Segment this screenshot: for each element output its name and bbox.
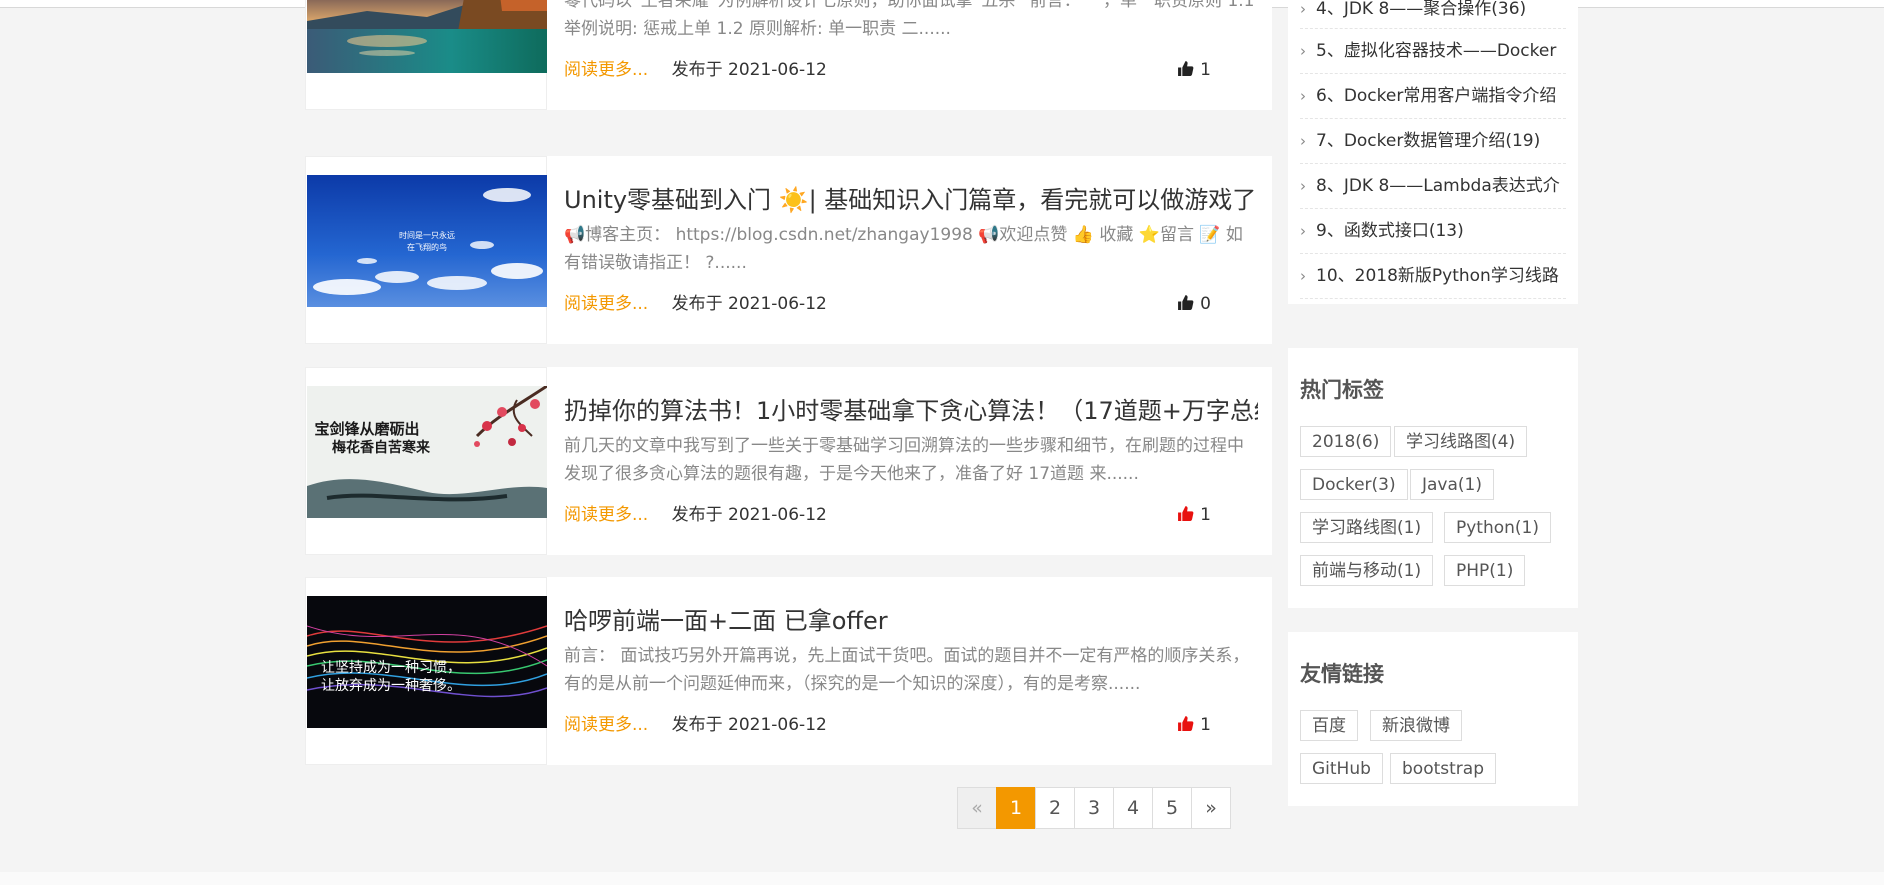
thumbs-up-icon — [1177, 292, 1194, 320]
like-count: 1 — [1200, 505, 1211, 525]
chevron-right-icon: › — [1300, 132, 1306, 150]
chevron-right-icon: › — [1300, 267, 1306, 285]
chevron-right-icon: › — [1300, 87, 1306, 105]
pagination: « 1 2 3 4 5 » — [957, 787, 1231, 829]
post-thumbnail[interactable]: 让坚持成为一种习惯， 让放弃成为一种奢侈。 — [307, 596, 547, 728]
read-more-link[interactable]: 阅读更多... — [564, 715, 648, 735]
tag-link[interactable]: Python(1) — [1444, 512, 1552, 543]
post-date: 发布于 2021-06-12 — [671, 505, 827, 525]
category-link[interactable]: › 7、Docker数据管理介绍(19) — [1300, 119, 1566, 164]
read-more-link[interactable]: 阅读更多... — [564, 294, 648, 314]
page-3-button[interactable]: 3 — [1074, 787, 1114, 829]
post-card: 宝剑锋从磨砺出 梅花香自苦寒来 扔掉你的算法书！1小时零基础拿下贪心算法！（17… — [305, 367, 1272, 555]
post-meta: 阅读更多... 发布于 2021-06-12 1 — [564, 711, 1259, 739]
chevron-right-icon: › — [1300, 177, 1306, 195]
post-thumbnail-frame[interactable] — [305, 0, 547, 110]
read-more-link[interactable]: 阅读更多... — [564, 505, 648, 525]
chevron-right-icon: › — [1300, 222, 1306, 240]
post-date: 发布于 2021-06-12 — [671, 294, 827, 314]
post-thumbnail-frame[interactable]: 宝剑锋从磨砺出 梅花香自苦寒来 — [305, 367, 547, 555]
post-meta: 阅读更多... 发布于 2021-06-12 1 — [564, 501, 1259, 529]
post-excerpt: 前言： 面试技巧另外开篇再说，先上面试干货吧。面试的题目并不一定有严格的顺序关系… — [564, 646, 1250, 694]
thumbnail-caption: 梅花香自苦寒来 — [332, 439, 431, 456]
tag-link[interactable]: PHP(1) — [1444, 555, 1526, 586]
category-link[interactable]: › 9、函数式接口(13) — [1300, 209, 1566, 254]
thumbnail-caption: 让坚持成为一种习惯， — [321, 659, 461, 676]
page-2-button[interactable]: 2 — [1035, 787, 1075, 829]
like-count: 1 — [1200, 60, 1211, 80]
read-more-link[interactable]: 阅读更多... — [564, 60, 648, 80]
friend-links-title: 友情链接 — [1300, 662, 1384, 686]
post-card: 时间是一只永远 在飞翔的鸟 Unity零基础到入门 ☀️| 基础知识入门篇章，看… — [305, 156, 1272, 344]
category-link[interactable]: › 8、JDK 8——Lambda表达式介 — [1300, 164, 1566, 209]
like-count: 0 — [1200, 294, 1211, 314]
post-date: 发布于 2021-06-12 — [671, 715, 827, 735]
hot-tags-panel: 热门标签 2018(6) 学习线路图(4) Docker(3) Java(1) … — [1288, 348, 1578, 608]
tag-link[interactable]: 2018(6) — [1300, 426, 1392, 457]
category-link[interactable]: › 10、2018新版Python学习线路 — [1300, 254, 1566, 299]
like-button[interactable]: 1 — [1177, 501, 1211, 531]
like-button[interactable]: 0 — [1177, 290, 1211, 320]
friend-link[interactable]: 百度 — [1300, 710, 1358, 741]
category-link[interactable]: › 5、虚拟化容器技术——Docker — [1300, 29, 1566, 74]
thumbnail-caption: 在飞翔的鸟 — [407, 242, 447, 252]
tag-link[interactable]: 学习线路图(4) — [1394, 426, 1528, 457]
thumbnail-caption: 时间是一只永远 — [399, 230, 455, 240]
category-link[interactable]: › 4、JDK 8——聚合操作(36) — [1300, 0, 1566, 29]
like-count: 1 — [1200, 715, 1211, 735]
post-thumbnail-frame[interactable]: 时间是一只永远 在飞翔的鸟 — [305, 156, 547, 344]
post-title[interactable]: 扔掉你的算法书！1小时零基础拿下贪心算法！（17道题+万字总结） — [564, 393, 1258, 429]
hot-tags-title: 热门标签 — [1300, 378, 1384, 402]
post-card: 让坚持成为一种习惯， 让放弃成为一种奢侈。 哈啰前端一面+二面 已拿offer … — [305, 577, 1272, 765]
thumbnail-caption: 宝剑锋从磨砺出 — [314, 420, 419, 438]
thumbs-up-icon — [1177, 713, 1194, 741]
page-4-button[interactable]: 4 — [1113, 787, 1153, 829]
like-button[interactable]: 1 — [1177, 711, 1211, 741]
post-thumbnail[interactable]: 时间是一只永远 在飞翔的鸟 — [307, 175, 547, 307]
like-button[interactable]: 1 — [1177, 56, 1211, 86]
chevron-right-icon: › — [1300, 0, 1306, 18]
post-excerpt: 零代码以“王者荣耀”为例解析设计七原则，助你面试拿“五杀” 前言： 一，单一职责… — [564, 0, 1255, 39]
post-meta: 阅读更多... 发布于 2021-06-12 1 — [564, 56, 1259, 84]
friend-links-panel: 友情链接 百度 新浪微博 GitHub bootstrap — [1288, 632, 1578, 806]
post-thumbnail[interactable] — [307, 0, 547, 73]
friend-link[interactable]: 新浪微博 — [1370, 710, 1462, 741]
next-page-button[interactable]: » — [1191, 787, 1231, 829]
prev-page-button[interactable]: « — [957, 787, 997, 829]
tag-link[interactable]: 学习路线图(1) — [1300, 512, 1434, 543]
footer-strip — [0, 872, 1884, 885]
thumbs-up-icon — [1177, 503, 1194, 531]
post-excerpt: 前几天的文章中我写到了一些关于零基础学习回溯算法的一些步骤和细节，在刷题的过程中… — [564, 436, 1244, 484]
chevron-right-icon: › — [1300, 42, 1306, 60]
post-meta: 阅读更多... 发布于 2021-06-12 0 — [564, 290, 1259, 318]
post-excerpt: 📢博客主页： https://blog.csdn.net/zhangay1998… — [564, 225, 1243, 273]
post-card: 零代码以“王者荣耀”为例解析设计七原则，助你面试拿“五杀” 前言： 一，单一职责… — [305, 0, 1272, 110]
post-title[interactable]: 哈啰前端一面+二面 已拿offer — [564, 603, 1258, 639]
category-panel: › 4、JDK 8——聚合操作(36) › 5、虚拟化容器技术——Docker › 6… — [1288, 0, 1578, 304]
thumbnail-caption: 让放弃成为一种奢侈。 — [321, 678, 461, 694]
thumbs-up-icon — [1177, 58, 1194, 86]
post-date: 发布于 2021-06-12 — [671, 60, 827, 80]
post-title[interactable]: Unity零基础到入门 ☀️| 基础知识入门篇章，看完就可以做游戏了 — [564, 182, 1258, 218]
friend-link[interactable]: GitHub — [1300, 753, 1383, 784]
page-1-button[interactable]: 1 — [996, 787, 1036, 829]
category-link[interactable]: › 6、Docker常用客户端指令介绍 — [1300, 74, 1566, 119]
tag-link[interactable]: Docker(3) — [1300, 469, 1408, 500]
tag-link[interactable]: Java(1) — [1410, 469, 1494, 500]
post-thumbnail-frame[interactable]: 让坚持成为一种习惯， 让放弃成为一种奢侈。 — [305, 577, 547, 765]
page-5-button[interactable]: 5 — [1152, 787, 1192, 829]
friend-link[interactable]: bootstrap — [1390, 753, 1496, 784]
tag-link[interactable]: 前端与移动(1) — [1300, 555, 1434, 586]
post-thumbnail[interactable]: 宝剑锋从磨砺出 梅花香自苦寒来 — [307, 386, 547, 518]
